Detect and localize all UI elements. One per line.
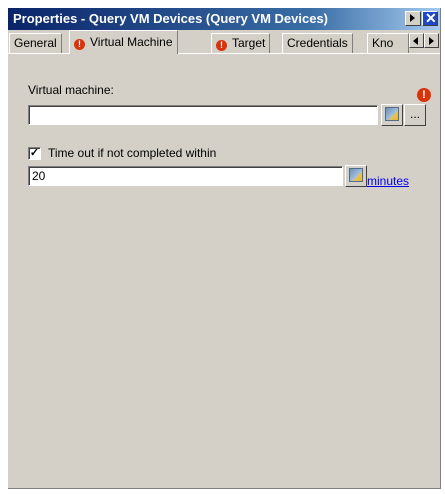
tab-label: Virtual Machine xyxy=(90,35,173,49)
tab-strip: General ! Virtual Machine ! Target Credent… xyxy=(8,30,440,54)
tab-label: Kno xyxy=(372,36,394,50)
tab-credentials[interactable]: Credentials xyxy=(282,33,353,53)
tab-label: Credentials xyxy=(287,36,348,50)
virtual-machine-label: Virtual machine: xyxy=(28,83,114,97)
error-icon: ! xyxy=(417,88,431,102)
minutes-link[interactable]: minutes xyxy=(367,174,409,188)
tab-target[interactable]: ! Target xyxy=(211,33,271,53)
timeout-checkbox[interactable]: ✓ xyxy=(28,147,41,160)
timeout-picker-button[interactable] xyxy=(345,165,367,187)
tab-knowledge[interactable]: Kno xyxy=(367,33,409,53)
window-title: Properties - Query VM Devices (Query VM … xyxy=(13,11,329,26)
close-button[interactable]: ✕ xyxy=(422,10,438,26)
picker-icon xyxy=(349,168,363,182)
tab-virtual-machine[interactable]: ! Virtual Machine xyxy=(69,30,178,54)
virtual-machine-input[interactable] xyxy=(28,105,378,125)
timeout-input[interactable]: 20 xyxy=(28,166,343,186)
next-icon xyxy=(410,14,415,22)
tab-general[interactable]: General xyxy=(9,33,62,53)
properties-window: Properties - Query VM Devices (Query VM … xyxy=(8,8,441,489)
browse-button[interactable]: ... xyxy=(404,104,426,126)
tab-scroll-left-button[interactable] xyxy=(409,33,424,48)
title-bar[interactable]: Properties - Query VM Devices (Query VM … xyxy=(8,8,440,30)
next-button[interactable] xyxy=(405,11,421,26)
close-icon: ✕ xyxy=(425,10,437,26)
picker-icon xyxy=(385,107,399,121)
timeout-checkbox-label: Time out if not completed within xyxy=(48,146,217,160)
error-icon: ! xyxy=(216,40,227,51)
tab-scroll-right-button[interactable] xyxy=(424,33,439,48)
tab-label: Target xyxy=(232,36,266,50)
error-icon: ! xyxy=(74,39,85,50)
tab-label: General xyxy=(14,36,57,50)
chevron-right-icon xyxy=(429,37,434,45)
picker-button[interactable] xyxy=(381,104,403,126)
chevron-left-icon xyxy=(413,37,418,45)
